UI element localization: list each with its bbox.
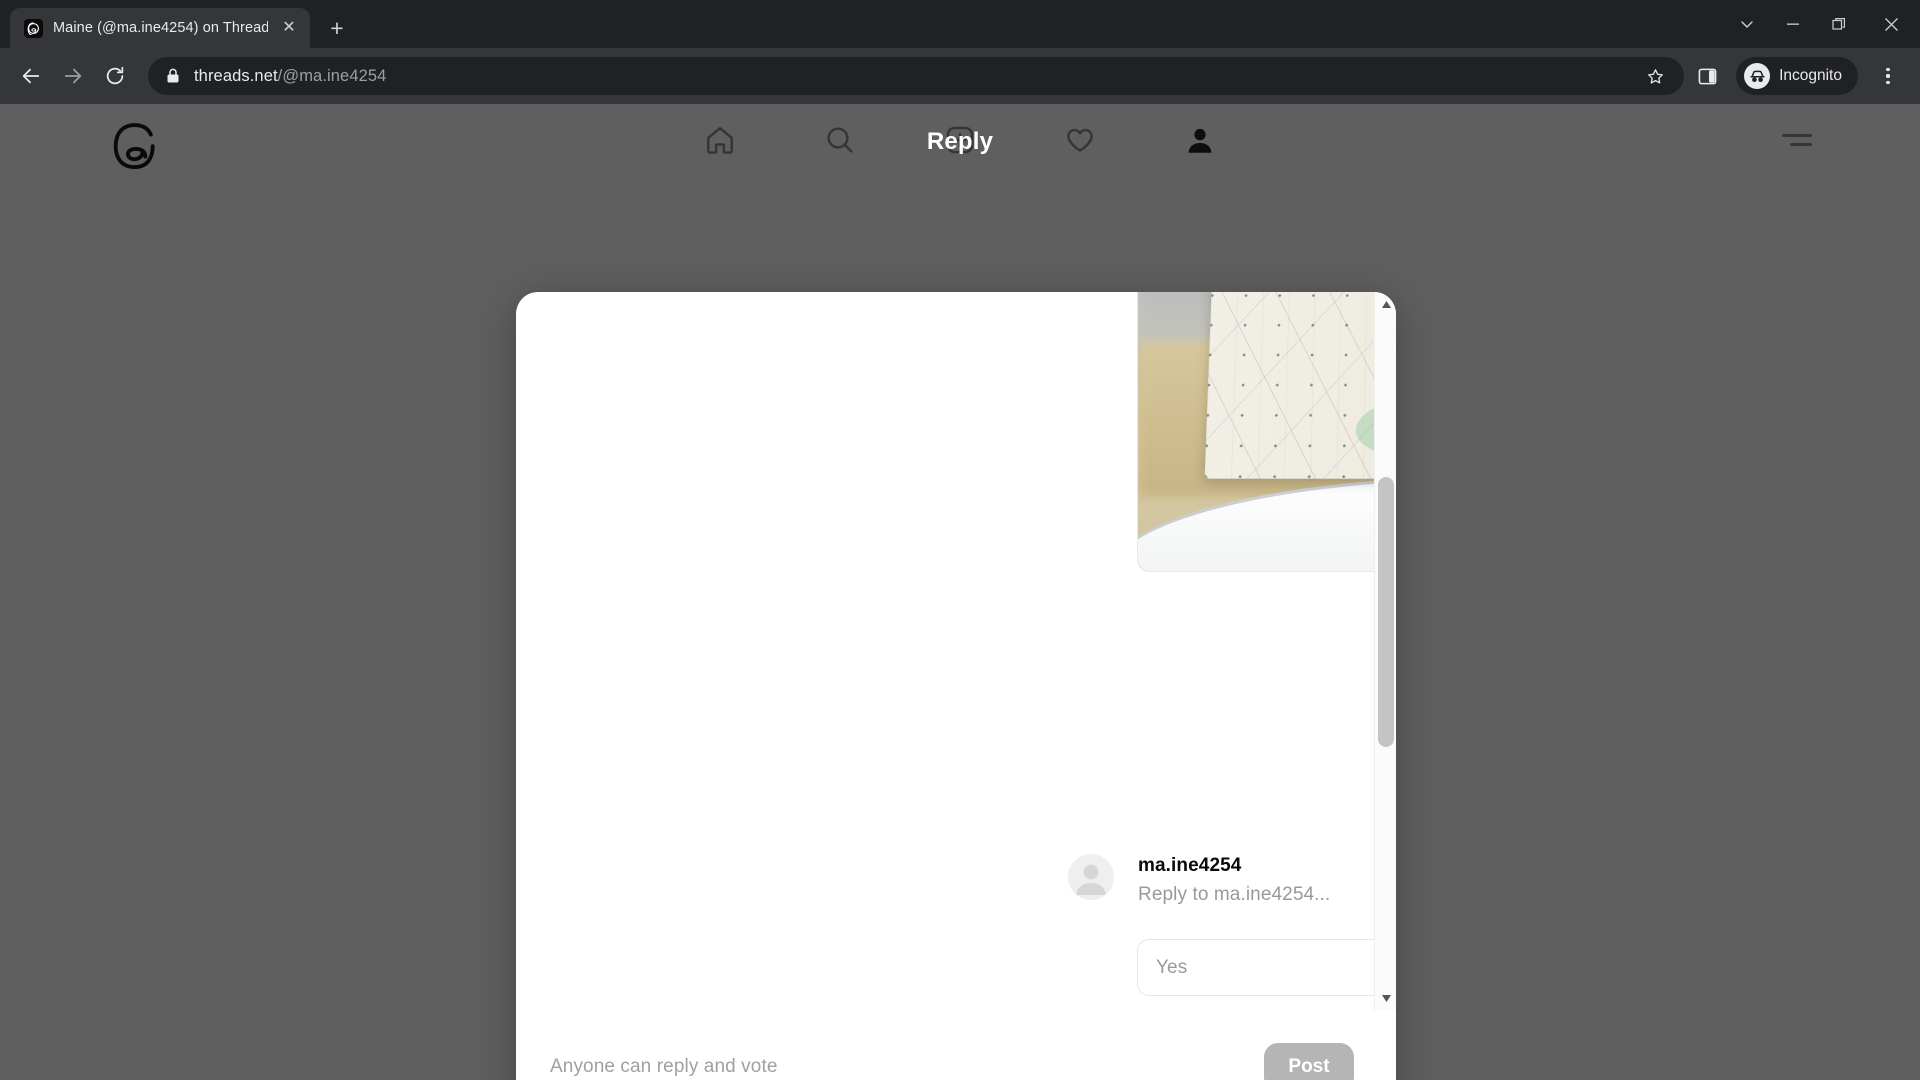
- tab-title: Maine (@ma.ine4254) on Threads: [53, 20, 268, 36]
- browser-window: Maine (@ma.ine4254) on Threads ✕ + threa…: [0, 0, 1920, 1080]
- compose-author-row: ma.ine4254 Reply to ma.ine4254...: [1068, 854, 1330, 906]
- attached-photo[interactable]: [1137, 292, 1374, 572]
- side-panel-icon[interactable]: [1688, 57, 1726, 95]
- browser-tab[interactable]: Maine (@ma.ine4254) on Threads ✕: [10, 8, 310, 48]
- reply-input-placeholder[interactable]: Reply to ma.ine4254...: [1138, 884, 1330, 906]
- threads-favicon-icon: [24, 18, 43, 38]
- incognito-indicator[interactable]: Incognito: [1736, 57, 1858, 95]
- audience-setting[interactable]: Anyone can reply and vote: [550, 1056, 778, 1078]
- page-title: Reply: [926, 128, 994, 155]
- window-controls: [1724, 0, 1920, 48]
- new-tab-button[interactable]: +: [320, 11, 354, 45]
- browser-toolbar: threads.net/@ma.ine4254 Incognito: [0, 48, 1920, 104]
- back-button[interactable]: [12, 57, 50, 95]
- star-icon[interactable]: [1638, 59, 1672, 93]
- reply-modal: ma.ine4254 Reply to ma.ine4254... Yes No: [516, 292, 1396, 1080]
- reload-button[interactable]: [96, 57, 134, 95]
- incognito-avatar-icon: [1744, 63, 1771, 89]
- minimize-button[interactable]: [1770, 0, 1816, 48]
- scrollbar-thumb[interactable]: [1378, 477, 1394, 747]
- forward-button[interactable]: [54, 57, 92, 95]
- address-bar-text: threads.net/@ma.ine4254: [194, 67, 386, 86]
- lock-icon: [166, 68, 180, 84]
- address-bar[interactable]: threads.net/@ma.ine4254: [148, 57, 1685, 95]
- poll-editor: Yes No Add another option Ends in 24h: [1137, 939, 1374, 1010]
- scroll-up-arrow-icon[interactable]: [1375, 294, 1396, 314]
- url-domain: threads.net: [194, 66, 278, 85]
- omnibox-actions: [1638, 59, 1676, 93]
- modal-scroll-area[interactable]: ma.ine4254 Reply to ma.ine4254... Yes No: [516, 292, 1374, 1010]
- scroll-down-arrow-icon[interactable]: [1375, 988, 1396, 1008]
- url-path: /@ma.ine4254: [277, 66, 387, 85]
- tab-strip: Maine (@ma.ine4254) on Threads ✕ +: [0, 0, 1920, 48]
- modal-body: ma.ine4254 Reply to ma.ine4254... Yes No: [516, 292, 1396, 1010]
- post-button[interactable]: Post: [1264, 1042, 1354, 1080]
- tab-search-chevron-icon[interactable]: [1724, 0, 1770, 48]
- poll-option-1[interactable]: Yes: [1137, 939, 1374, 996]
- maximize-restore-button[interactable]: [1816, 0, 1862, 48]
- page-viewport: Reply ma.ine4254 Reply to ma.ine4254... …: [0, 104, 1920, 1080]
- modal-footer: Anyone can reply and vote Post: [516, 1010, 1396, 1080]
- modal-scrollbar[interactable]: [1374, 292, 1396, 1010]
- username: ma.ine4254: [1138, 855, 1242, 876]
- kebab-menu-icon[interactable]: [1868, 56, 1908, 96]
- avatar[interactable]: [1068, 854, 1114, 900]
- incognito-label: Incognito: [1779, 67, 1842, 84]
- compose-author-text: ma.ine4254 Reply to ma.ine4254...: [1138, 854, 1330, 906]
- tab-close-icon[interactable]: ✕: [278, 17, 300, 39]
- poll-option-1-placeholder: Yes: [1156, 956, 1188, 978]
- window-close-button[interactable]: [1862, 0, 1920, 48]
- map-graphic: [1204, 292, 1374, 479]
